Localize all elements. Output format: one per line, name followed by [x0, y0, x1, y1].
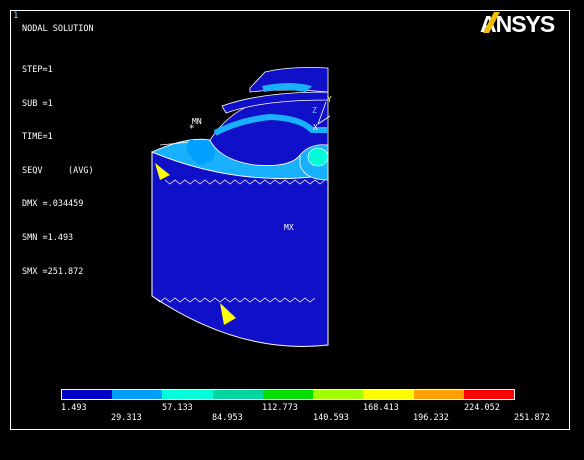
legend-segment: [112, 390, 163, 399]
legend-value: 84.953: [212, 413, 243, 423]
legend-segment: [463, 390, 514, 399]
max-marker-label: MX: [284, 223, 294, 232]
legend-value: 140.593: [313, 413, 349, 423]
legend-value: 1.493: [61, 403, 87, 413]
legend-segment: [413, 390, 464, 399]
model-body: [151, 151, 329, 347]
legend-value: 196.232: [413, 413, 449, 423]
legend-segment: [262, 390, 314, 399]
triad-z-label: Z: [312, 106, 317, 115]
legend-segment: [363, 390, 414, 399]
legend-value: 168.413: [363, 403, 399, 413]
min-marker-label: MN: [192, 117, 202, 126]
legend-segment: [162, 390, 213, 399]
contour-legend-bar: [61, 389, 515, 400]
triad-x-label: X: [313, 123, 318, 132]
legend-value: 57.133: [162, 403, 193, 413]
legend-value: 224.052: [464, 403, 500, 413]
model-hole-right-inner: [307, 147, 329, 167]
legend-segment: [62, 390, 113, 399]
legend-segment: [313, 390, 364, 399]
legend-value: 251.872: [514, 413, 550, 423]
legend-segment: [212, 390, 263, 399]
legend-value: 112.773: [262, 403, 298, 413]
legend-value: 29.313: [111, 413, 142, 423]
triad-y-label: Y: [327, 95, 332, 104]
